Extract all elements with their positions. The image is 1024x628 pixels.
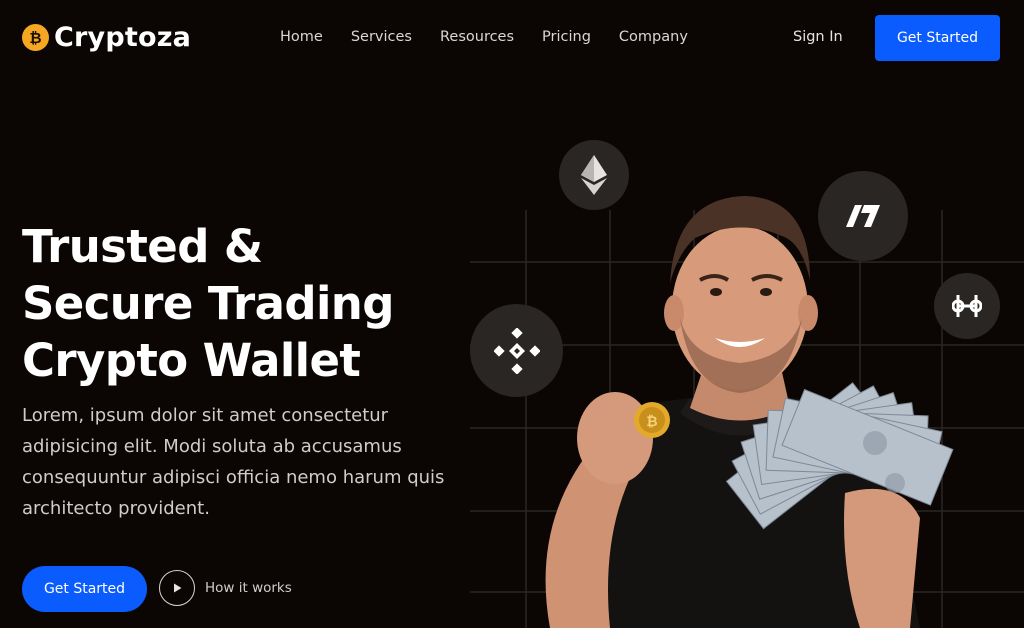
- get-started-button-hero[interactable]: Get Started: [22, 566, 147, 612]
- hero-title-line: Secure Trading: [22, 277, 394, 330]
- play-icon[interactable]: [159, 570, 195, 606]
- nav-item-services[interactable]: Services: [351, 29, 412, 45]
- nav-item-resources[interactable]: Resources: [440, 29, 514, 45]
- nav-item-home[interactable]: Home: [280, 29, 323, 45]
- top-navbar: ₿ Cryptoza Home Services Resources Prici…: [0, 0, 1024, 76]
- nav-item-pricing[interactable]: Pricing: [542, 29, 591, 45]
- how-it-works-link[interactable]: How it works: [159, 570, 292, 606]
- how-it-works-label: How it works: [205, 580, 292, 596]
- brand-logo[interactable]: ₿ Cryptoza: [22, 22, 191, 53]
- hero-description: Lorem, ipsum dolor sit amet consectetur …: [22, 405, 445, 519]
- hero-title: Trusted & Secure Trading Crypto Wallet: [22, 218, 452, 389]
- get-started-button-nav[interactable]: Get Started: [875, 15, 1000, 61]
- bitcoin-coin-icon: ₿: [22, 24, 49, 51]
- hero-title-line: Crypto Wallet: [22, 334, 361, 387]
- main-menu: Home Services Resources Pricing Company: [280, 29, 716, 45]
- nav-item-company[interactable]: Company: [619, 29, 688, 45]
- hero-person-image: ₿: [545, 196, 954, 628]
- sign-in-link[interactable]: Sign In: [793, 29, 843, 45]
- svg-text:₿: ₿: [646, 414, 657, 430]
- brand-name: Cryptoza: [54, 22, 192, 53]
- hero-title-line: Trusted &: [22, 220, 263, 273]
